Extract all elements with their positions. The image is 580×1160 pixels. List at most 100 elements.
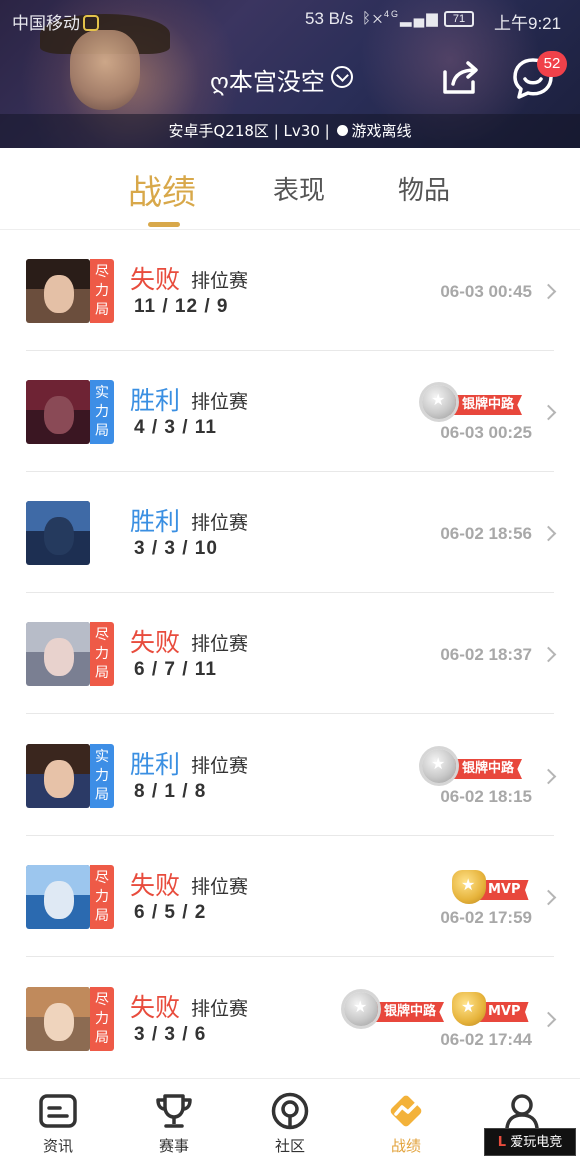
mvp-badge: MVP ★	[452, 992, 532, 1028]
chevron-right-icon	[540, 646, 557, 663]
profile-header: 中国移动 53 B/s ᛒ✕4G▂▄▆ 71 上午9:21 ღ本宫没空 52 安…	[0, 0, 580, 148]
silver-mid-badge: 银牌中路 ★	[422, 749, 530, 785]
match-mode: 排位赛	[191, 270, 249, 292]
match-date: 06-02 18:15	[440, 787, 532, 806]
share-icon[interactable]	[441, 60, 481, 96]
match-row[interactable]: 尽力局 失败 排位赛 3 / 3 / 6 银牌中路 ★ MVP ★ 06-02 …	[0, 958, 580, 1079]
silver-mid-badge: 银牌中路 ★	[344, 992, 452, 1028]
hero-avatar	[26, 501, 90, 565]
match-result: 失败	[130, 993, 181, 1022]
match-kda: 3 / 3 / 10	[134, 538, 218, 559]
hero-avatar	[26, 865, 90, 929]
mvp-trophy-icon: ★	[452, 870, 486, 904]
match-date: 06-03 00:25	[440, 423, 532, 442]
status-bar: 中国移动 53 B/s ᛒ✕4G▂▄▆ 71 上午9:21	[0, 0, 580, 38]
watermark-mark: L	[497, 1135, 507, 1150]
nav-events[interactable]: 赛事	[116, 1079, 232, 1160]
hero-face-art	[70, 30, 140, 110]
match-row[interactable]: 尽力局 失败 排位赛 6 / 7 / 11 06-02 18:37	[0, 593, 580, 714]
bluetooth-icon: ᛒ	[362, 10, 374, 27]
trophy-icon	[156, 1094, 192, 1128]
match-result: 胜利	[130, 386, 181, 415]
carrier-label: 中国移动	[12, 9, 99, 34]
chevron-right-icon	[540, 889, 557, 906]
match-row[interactable]: 胜利 排位赛 3 / 3 / 10 06-02 18:56	[0, 472, 580, 593]
nav-label: 战绩	[390, 1137, 421, 1155]
separator: |	[273, 122, 279, 140]
battery-icon: 71	[444, 11, 474, 27]
record-icon	[390, 1095, 422, 1127]
match-mode: 排位赛	[191, 755, 249, 777]
online-status-label: 游戏离线	[351, 122, 412, 140]
signal-bars-icon: ▂▄▆	[400, 10, 440, 27]
tab-active-indicator	[148, 222, 180, 227]
profile-icon	[505, 1094, 539, 1130]
hero-avatar	[26, 380, 90, 444]
nav-records[interactable]: 战绩	[348, 1079, 464, 1160]
nav-community[interactable]: 社区	[232, 1079, 348, 1160]
nav-label: 社区	[274, 1137, 305, 1155]
signal-icon: 4G	[384, 9, 401, 19]
match-date: 06-02 18:37	[440, 645, 532, 664]
match-kda: 8 / 1 / 8	[134, 781, 207, 802]
match-tag: 实力局	[90, 380, 114, 444]
watermark-logo: L 爱玩电竞	[484, 1128, 576, 1156]
nav-news[interactable]: 资讯	[0, 1079, 116, 1160]
account-name: ღ本宫没空	[210, 68, 325, 96]
mvp-trophy-icon: ★	[452, 992, 486, 1026]
chevron-right-icon	[540, 1011, 557, 1028]
server-label: 安卓手Q218区	[168, 122, 269, 140]
row-divider	[26, 713, 554, 714]
match-mode: 排位赛	[191, 391, 249, 413]
separator: |	[324, 122, 330, 140]
match-row[interactable]: 尽力局 失败 排位赛 6 / 5 / 2 MVP ★ 06-02 17:59	[0, 836, 580, 957]
network-speed: 53 B/s	[305, 9, 354, 28]
chevron-right-icon	[540, 283, 557, 300]
match-result: 失败	[130, 628, 181, 657]
match-row[interactable]: 尽力局 失败 排位赛 11 / 12 / 9 06-03 00:45	[0, 230, 580, 351]
tab-performance[interactable]: 表现	[273, 170, 325, 207]
server-info-bar: 安卓手Q218区 | Lv30 | 游戏离线	[0, 114, 580, 148]
nav-label: 赛事	[158, 1137, 189, 1155]
match-date: 06-03 00:45	[440, 282, 532, 301]
online-status-dot-icon	[336, 125, 348, 136]
match-kda: 6 / 5 / 2	[134, 902, 207, 923]
tab-items[interactable]: 物品	[398, 170, 450, 207]
clock: 上午9:21	[494, 14, 562, 33]
tab-bar: 战绩 表现 物品	[0, 148, 580, 230]
match-tag: 尽力局	[90, 865, 114, 929]
silver-medal-icon: ★	[422, 385, 456, 419]
nav-label: 资讯	[42, 1137, 73, 1155]
match-kda: 11 / 12 / 9	[134, 296, 229, 317]
community-icon	[271, 1092, 309, 1130]
chevron-right-icon	[540, 768, 557, 785]
hero-avatar	[26, 987, 90, 1051]
message-count-badge: 52	[537, 51, 567, 77]
match-result: 失败	[130, 871, 181, 900]
match-row[interactable]: 实力局 胜利 排位赛 8 / 1 / 8 银牌中路 ★ 06-02 18:15	[0, 715, 580, 836]
account-switcher[interactable]: ღ本宫没空	[210, 62, 353, 97]
match-row[interactable]: 实力局 胜利 排位赛 4 / 3 / 11 银牌中路 ★ 06-03 00:25	[0, 351, 580, 472]
news-icon	[39, 1094, 77, 1128]
silver-medal-icon: ★	[422, 749, 456, 783]
match-result: 失败	[130, 265, 181, 294]
hero-avatar	[26, 259, 90, 323]
mute-icon: ✕	[373, 10, 385, 27]
level-label: Lv30	[283, 122, 320, 140]
silver-mid-badge: 银牌中路 ★	[422, 385, 530, 421]
match-mode: 排位赛	[191, 998, 249, 1020]
row-divider	[26, 956, 554, 957]
match-tag: 尽力局	[90, 987, 114, 1051]
match-mode: 排位赛	[191, 633, 249, 655]
tab-records[interactable]: 战绩	[128, 165, 196, 214]
hero-avatar	[26, 744, 90, 808]
mvp-badge: MVP ★	[452, 870, 532, 906]
match-tag: 尽力局	[90, 259, 114, 323]
match-kda: 4 / 3 / 11	[134, 417, 217, 438]
match-date: 06-02 17:59	[440, 908, 532, 927]
chevron-right-icon	[540, 404, 557, 421]
match-tag: 实力局	[90, 744, 114, 808]
watermark-brand: 爱玩电竞	[510, 1135, 563, 1150]
status-icons: ᛒ✕4G▂▄▆	[362, 9, 440, 27]
match-result: 胜利	[130, 750, 181, 779]
